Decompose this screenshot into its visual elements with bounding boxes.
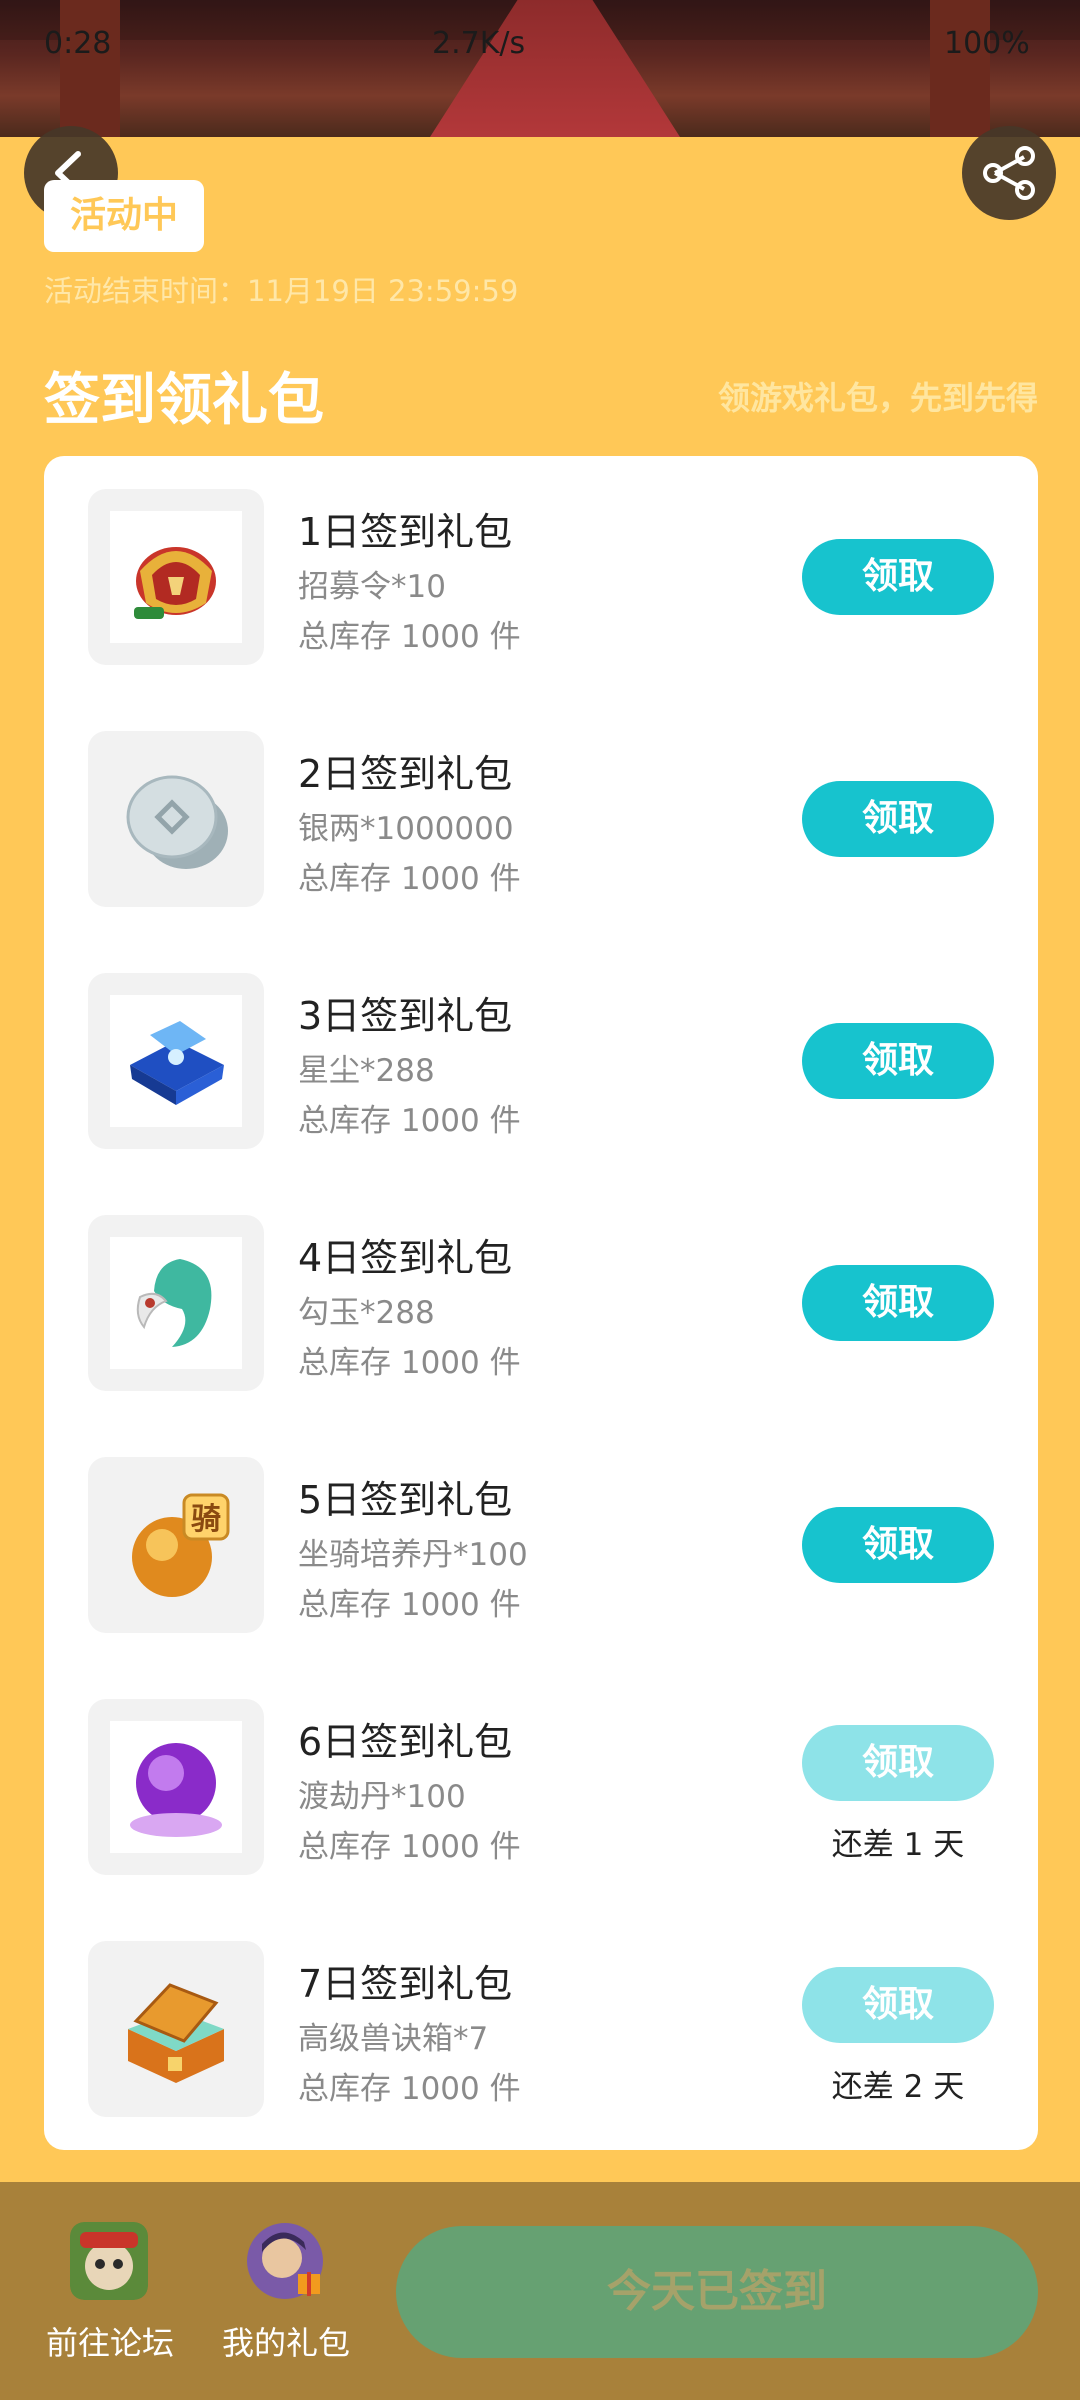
magatama-icon xyxy=(136,1259,212,1347)
signed-today-button[interactable]: 今天已签到 xyxy=(396,2226,1038,2358)
gift-name: 5日签到礼包 xyxy=(298,1478,513,1522)
gift-stock: 总库存 1000 件 xyxy=(298,619,521,655)
activity-end-time: 活动结束时间：11月19日 23:59:59 xyxy=(44,274,519,308)
status-net-speed: 2.7K/s xyxy=(432,26,526,61)
gift-row-day-2: 2日签到礼包 银两*1000000 总库存 1000 件 领取 xyxy=(44,731,1038,911)
claim-button[interactable]: 领取 xyxy=(802,1507,994,1583)
gift-thumbnail xyxy=(88,1699,264,1875)
claim-button[interactable]: 领取 xyxy=(802,1023,994,1099)
status-badge: 活动中 xyxy=(44,180,204,252)
svg-text:骑: 骑 xyxy=(191,1502,221,1537)
claim-button[interactable]: 领取 xyxy=(802,1725,994,1801)
claim-button[interactable]: 领取 xyxy=(802,539,994,615)
gift-row-day-6: 6日签到礼包 渡劫丹*100 总库存 1000 件 领取 还差 1 天 xyxy=(44,1699,1038,1879)
forum-avatar-icon xyxy=(70,2222,148,2300)
gift-thumbnail xyxy=(88,731,264,907)
mount-pill-icon: 骑 xyxy=(132,1493,230,1597)
gift-item: 高级兽诀箱*7 xyxy=(298,2021,489,2057)
top-banner-image: 0:28 2.7K/s 100% xyxy=(0,0,1080,137)
my-gifts-label: 我的礼包 xyxy=(221,2324,350,2362)
days-remaining: 还差 2 天 xyxy=(831,2069,965,2105)
forum-label: 前往论坛 xyxy=(45,2324,174,2362)
gift-stock: 总库存 1000 件 xyxy=(298,861,521,897)
bottom-bar: 前往论坛 我的礼包 今天已签到 xyxy=(0,2182,1080,2400)
my-gifts-avatar-icon xyxy=(247,2223,323,2299)
gift-row-day-7: 7日签到礼包 高级兽诀箱*7 总库存 1000 件 领取 还差 2 天 xyxy=(44,1941,1038,2121)
gift-stock: 总库存 1000 件 xyxy=(298,1829,521,1865)
section-subtitle: 领游戏礼包，先到先得 xyxy=(717,379,1038,417)
gift-stock: 总库存 1000 件 xyxy=(298,1103,521,1139)
gift-row-day-4: 4日签到礼包 勾玉*288 总库存 1000 件 领取 xyxy=(44,1215,1038,1395)
treasure-chest-icon xyxy=(128,1983,224,2083)
gift-thumbnail: 骑 xyxy=(88,1457,264,1633)
gift-item: 勾玉*288 xyxy=(298,1295,435,1331)
gift-name: 6日签到礼包 xyxy=(298,1720,513,1764)
gift-thumbnail xyxy=(88,1941,264,2117)
gift-stock: 总库存 1000 件 xyxy=(298,1345,521,1381)
gift-item: 招募令*10 xyxy=(298,569,446,605)
stardust-chest-icon xyxy=(130,1021,224,1105)
gift-name: 4日签到礼包 xyxy=(298,1236,513,1280)
gift-name: 7日签到礼包 xyxy=(298,1962,513,2006)
gift-name: 3日签到礼包 xyxy=(298,994,513,1038)
gift-item: 坐骑培养丹*100 xyxy=(298,1537,528,1573)
claim-button[interactable]: 领取 xyxy=(802,781,994,857)
gift-thumbnail xyxy=(88,1215,264,1391)
gift-thumbnail xyxy=(88,973,264,1149)
recruit-token-icon xyxy=(134,547,216,619)
gift-row-day-1: 1日签到礼包 招募令*10 总库存 1000 件 领取 xyxy=(44,489,1038,669)
gift-stock: 总库存 1000 件 xyxy=(298,1587,521,1623)
status-battery: 100% xyxy=(944,26,1030,61)
claim-button[interactable]: 领取 xyxy=(802,1265,994,1341)
status-time: 0:28 xyxy=(44,26,112,61)
claim-button[interactable]: 领取 xyxy=(802,1967,994,2043)
gift-row-day-3: 3日签到礼包 星尘*288 总库存 1000 件 领取 xyxy=(44,973,1038,1153)
gift-name: 1日签到礼包 xyxy=(298,510,513,554)
gift-stock: 总库存 1000 件 xyxy=(298,2071,521,2107)
days-remaining: 还差 1 天 xyxy=(831,1827,965,1863)
gift-name: 2日签到礼包 xyxy=(298,752,513,796)
gift-item: 星尘*288 xyxy=(298,1053,435,1089)
share-icon xyxy=(983,146,1035,200)
gift-row-day-5: 骑 5日签到礼包 坐骑培养丹*100 总库存 1000 件 领取 xyxy=(44,1457,1038,1637)
purple-orb-icon xyxy=(130,1743,222,1837)
share-button[interactable] xyxy=(962,126,1056,220)
silver-coin-icon xyxy=(126,775,228,869)
gift-thumbnail xyxy=(88,489,264,665)
gift-item: 渡劫丹*100 xyxy=(298,1779,466,1815)
gift-item: 银两*1000000 xyxy=(298,811,514,847)
section-title: 签到领礼包 xyxy=(44,368,324,433)
